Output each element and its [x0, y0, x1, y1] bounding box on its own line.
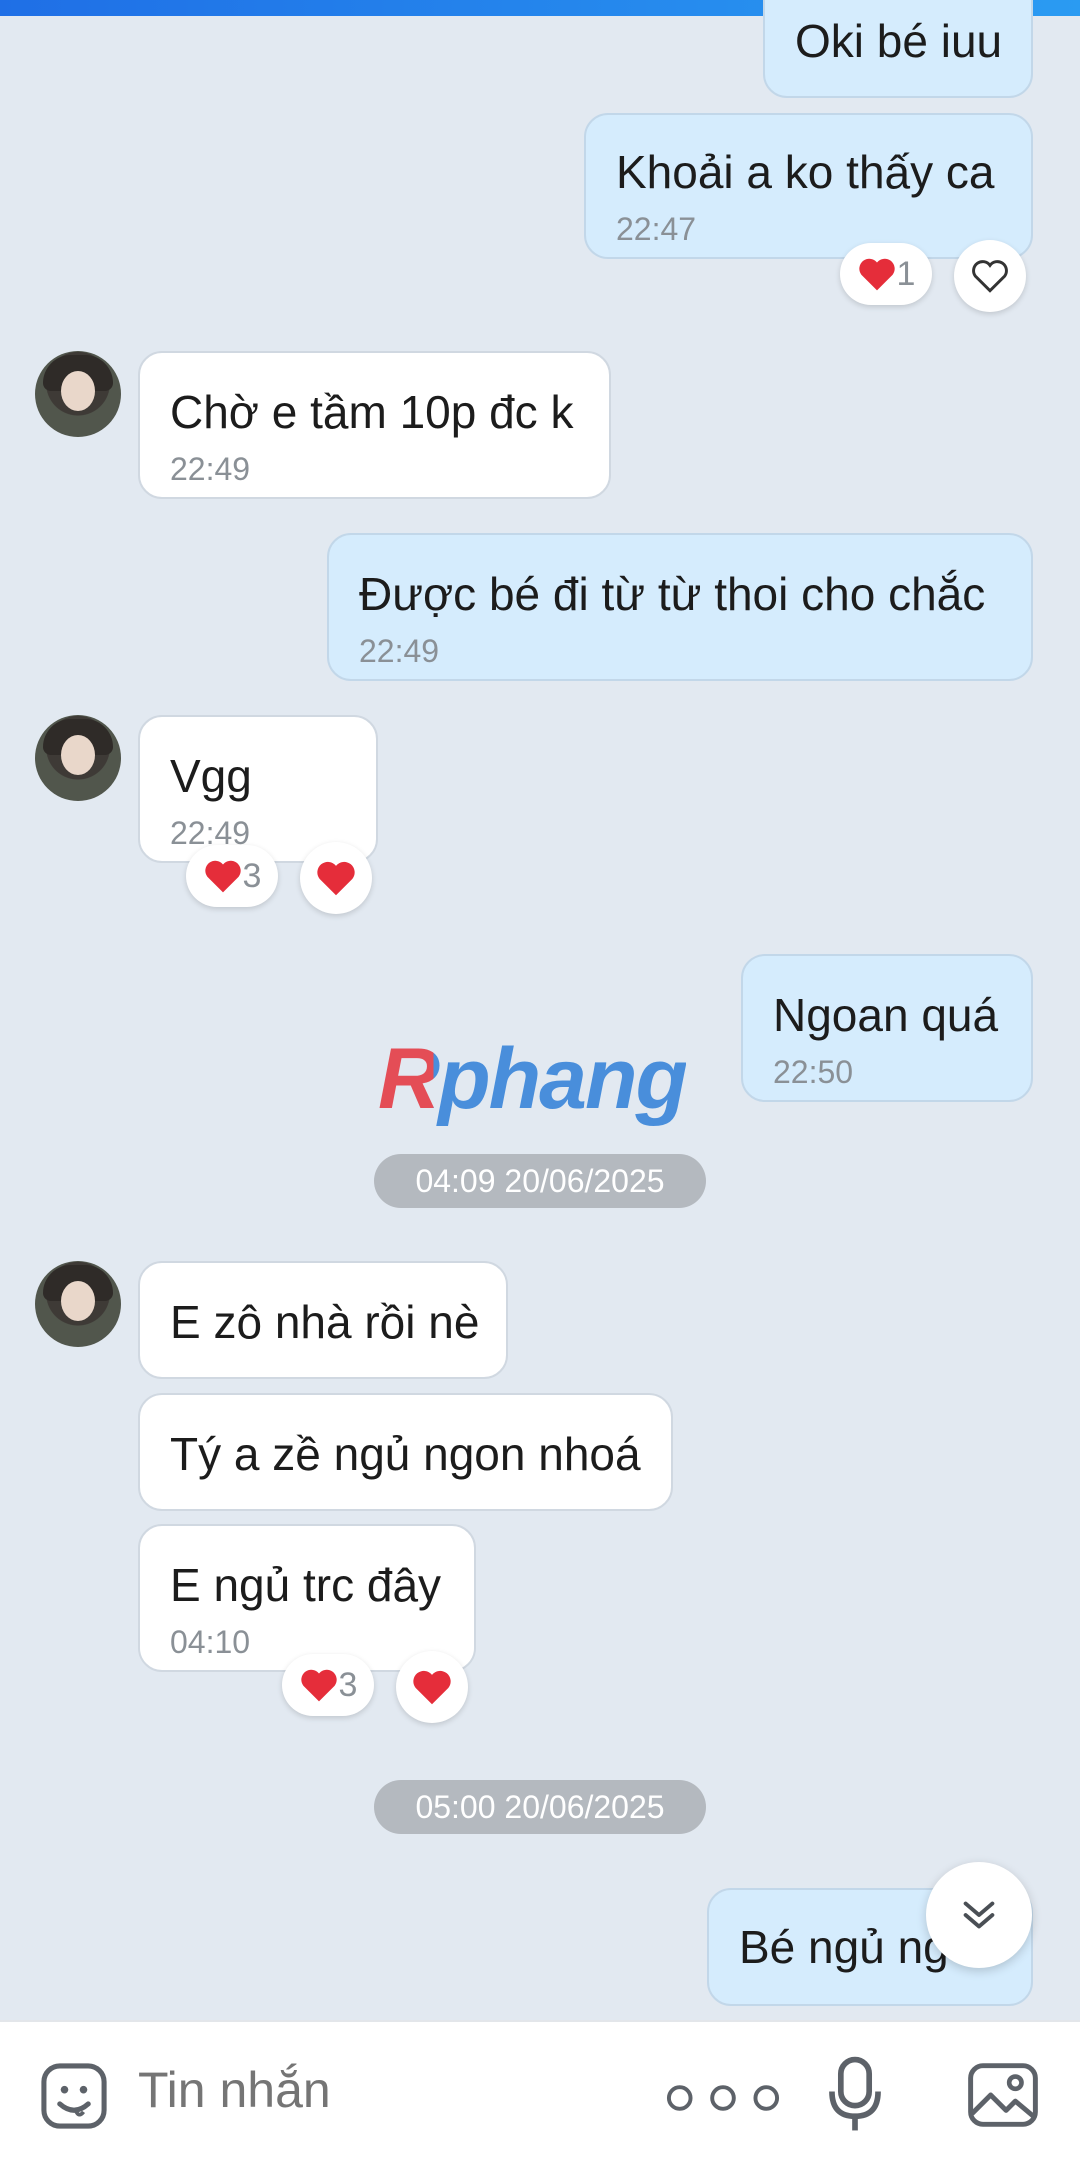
- message-text: Khoải a ko thấy ca: [616, 146, 995, 198]
- message-text: Vgg: [170, 750, 252, 802]
- image-icon[interactable]: [966, 2060, 1040, 2130]
- message-text: Được bé đi từ từ thoi cho chắc: [359, 568, 986, 620]
- outgoing-message[interactable]: Oki bé iuu: [763, 0, 1033, 98]
- message-time: 22:49: [170, 451, 251, 487]
- react-button[interactable]: [300, 842, 372, 914]
- message-time: 22:47: [616, 211, 697, 247]
- react-button[interactable]: [954, 240, 1026, 312]
- sticker-icon[interactable]: [36, 2058, 112, 2134]
- heart-icon: [858, 258, 895, 291]
- contact-avatar[interactable]: [35, 351, 121, 437]
- message-text: Chờ e tầm 10p đc k: [170, 386, 574, 438]
- message-text: Tý a zề ngủ ngon nhoá: [170, 1428, 641, 1480]
- message-text: Oki bé iuu: [795, 15, 1003, 67]
- reaction-count: 1: [896, 254, 916, 293]
- heart-icon: [413, 1670, 451, 1705]
- heart-icon: [300, 1669, 337, 1702]
- message-composer: [0, 2020, 1080, 2166]
- heart-icon: [204, 860, 241, 893]
- message-time: 04:10: [170, 1624, 251, 1660]
- contact-avatar[interactable]: [35, 1261, 121, 1347]
- message-text: Ngoan quá: [773, 989, 999, 1041]
- message-time: 22:50: [773, 1054, 854, 1090]
- incoming-message[interactable]: Chờ e tầm 10p đc k 22:49: [138, 351, 611, 499]
- date-separator: 05:00 20/06/2025: [374, 1780, 706, 1834]
- more-dots-icon[interactable]: [664, 2082, 782, 2114]
- reaction-count: 3: [242, 856, 262, 895]
- heart-outline-icon: [972, 260, 1008, 293]
- incoming-message[interactable]: E ngủ trc đây 04:10: [138, 1524, 476, 1672]
- watermark-logo: Rphang: [378, 1031, 688, 1127]
- heart-icon: [317, 861, 355, 896]
- outgoing-message[interactable]: Ngoan quá 22:50: [741, 954, 1033, 1102]
- reaction-summary[interactable]: 3: [186, 845, 278, 907]
- outgoing-message[interactable]: Được bé đi từ từ thoi cho chắc 22:49: [327, 533, 1033, 681]
- incoming-message[interactable]: Vgg 22:49: [138, 715, 378, 863]
- message-text: E ngủ trc đây: [170, 1559, 442, 1611]
- reaction-count: 3: [338, 1665, 358, 1704]
- reaction-summary[interactable]: 3: [282, 1654, 374, 1716]
- incoming-message[interactable]: Tý a zề ngủ ngon nhoá: [138, 1393, 673, 1511]
- message-input[interactable]: [138, 2058, 618, 2122]
- react-button[interactable]: [396, 1651, 468, 1723]
- date-separator: 04:09 20/06/2025: [374, 1154, 706, 1208]
- message-text: Bé ngủ ng: [739, 1921, 949, 1973]
- message-time: 22:49: [359, 633, 440, 669]
- reaction-summary[interactable]: 1: [840, 243, 932, 305]
- incoming-message[interactable]: E zô nhà rồi nè: [138, 1261, 508, 1379]
- scroll-down-icon: [963, 1901, 995, 1929]
- microphone-icon[interactable]: [826, 2056, 884, 2134]
- contact-avatar[interactable]: [35, 715, 121, 801]
- message-text: E zô nhà rồi nè: [170, 1296, 480, 1348]
- scroll-to-bottom-button[interactable]: [926, 1862, 1032, 1968]
- outgoing-message[interactable]: Khoải a ko thấy ca 22:47: [584, 113, 1033, 259]
